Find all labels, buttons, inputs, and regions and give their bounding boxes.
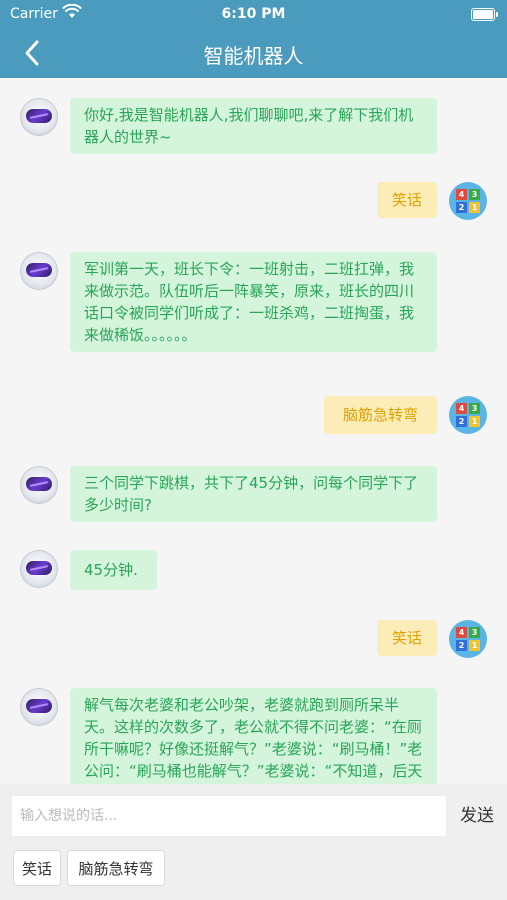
message-input[interactable] <box>12 796 446 836</box>
input-bar: 发送 笑话 脑筋急转弯 <box>0 784 507 900</box>
battery-icon <box>471 8 498 21</box>
user-avatar: 4 3 2 1 <box>449 396 487 434</box>
user-message: 脑筋急转弯 <box>324 396 437 434</box>
status-bar: Carrier 6:10 PM <box>0 0 507 28</box>
page-title: 智能机器人 <box>203 44 304 68</box>
user-message: 笑话 <box>377 182 437 218</box>
robot-avatar <box>20 550 58 588</box>
chat-area[interactable]: 你好,我是智能机器人,我们聊聊吧,来了解下我们机器人的世界~ 笑话 4 3 2 … <box>0 78 507 784</box>
robot-avatar <box>20 98 58 136</box>
quick-reply-riddle[interactable]: 脑筋急转弯 <box>67 850 165 886</box>
bot-message: 三个同学下跳棋，共下了45分钟，问每个同学下了多少时间? <box>70 466 437 522</box>
user-message: 笑话 <box>377 620 437 656</box>
user-avatar: 4 3 2 1 <box>449 620 487 658</box>
bot-message: 军训第一天，班长下令：一班射击，二班扛弹，我来做示范。队伍听后一阵暴笑，原来，班… <box>70 252 437 352</box>
robot-avatar <box>20 466 58 504</box>
robot-avatar <box>20 688 58 726</box>
status-time: 6:10 PM <box>221 6 286 22</box>
bot-message: 45分钟. <box>70 550 157 590</box>
quick-reply-joke[interactable]: 笑话 <box>13 850 61 886</box>
robot-avatar <box>20 252 58 290</box>
send-button[interactable]: 发送 <box>452 796 502 836</box>
bot-message: 你好,我是智能机器人,我们聊聊吧,来了解下我们机器人的世界~ <box>70 98 437 154</box>
nav-bar: 智能机器人 <box>0 28 507 78</box>
bot-message: 解气每次老婆和老公吵架，老婆就跑到厕所呆半天。这样的次数多了，老公就不得不问老婆… <box>70 688 437 784</box>
user-avatar: 4 3 2 1 <box>449 182 487 220</box>
